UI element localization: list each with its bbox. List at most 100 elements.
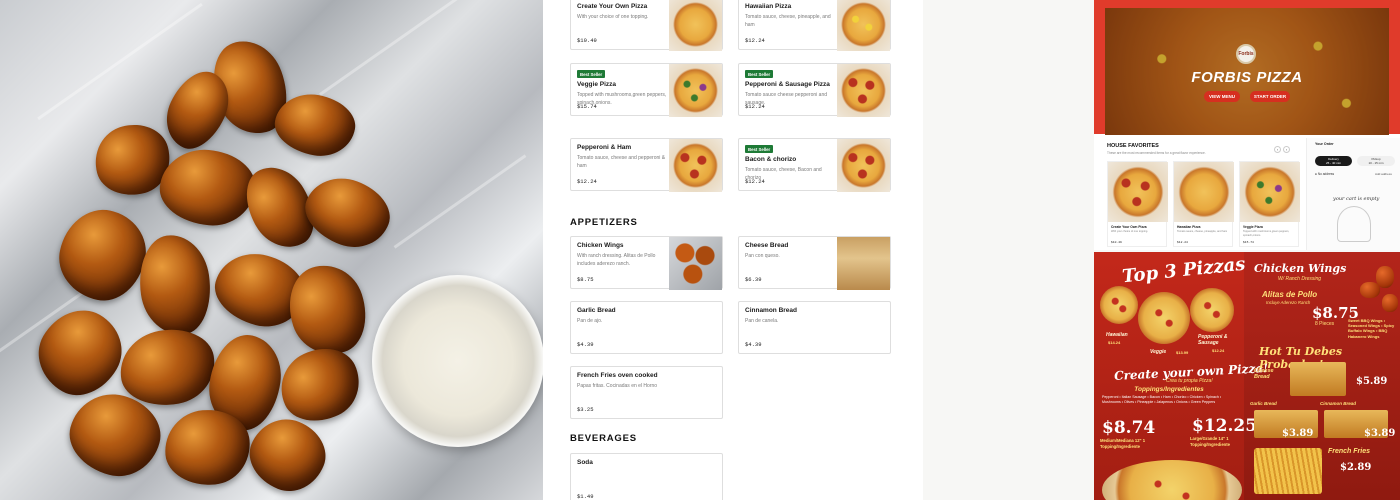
- wing: [24, 295, 136, 410]
- item-description: With ranch dressing. Alitas de Pollo inc…: [577, 253, 656, 267]
- favorite-name: Create Your Own Pizza: [1111, 225, 1147, 229]
- flyer-alitas-title: Alitas de Pollo: [1262, 290, 1318, 299]
- menu-item-card[interactable]: Pepperoni & Ham Tomato sauce, cheese and…: [570, 138, 723, 192]
- flyer-fries-price: $2.89: [1340, 462, 1372, 473]
- item-name: Pepperoni & Sausage Pizza: [745, 81, 830, 88]
- favorite-name: Hawaiian Pizza: [1177, 225, 1201, 229]
- flyer-pizza-image: [1190, 288, 1234, 332]
- flyer-pizza-name: Hawaiian: [1106, 332, 1128, 338]
- flyer-wing-image: [1382, 294, 1398, 312]
- item-price: $12.24: [745, 103, 765, 110]
- flyer-cinnamon-bread-price: $3.89: [1364, 428, 1396, 439]
- flyer-wings-pieces: 8 Pieces: [1315, 321, 1335, 327]
- chevron-right-icon[interactable]: ›: [1283, 146, 1290, 153]
- favorite-price: $15.74: [1243, 241, 1254, 244]
- flyer-alitas-subtitle: Incluye Aderezo Ranch: [1266, 300, 1311, 305]
- favorite-card[interactable]: Veggie Pizza Topped with mushrooms,green…: [1239, 161, 1300, 247]
- flyer-pizza-price: $13.99: [1176, 350, 1189, 355]
- favorite-name: Veggie Pizza: [1243, 225, 1263, 229]
- favorite-description: With your choice of one topping.: [1111, 230, 1149, 233]
- flyer-medium-price: $8.74: [1102, 418, 1156, 438]
- order-title: Your Order: [1315, 142, 1334, 146]
- flyer-pizza-image: [1138, 292, 1190, 344]
- menu-item-card[interactable]: Chicken Wings With ranch dressing. Alita…: [570, 236, 723, 290]
- item-price: $15.74: [577, 103, 597, 110]
- foil-crease: [393, 154, 527, 249]
- menu-item-card[interactable]: French Fries oven cooked Papas fritas. C…: [570, 366, 723, 419]
- flyer-wing-flavors: Sweet BBQ Wings • Seasoned Wings • Spicy…: [1348, 318, 1395, 339]
- item-image: [669, 139, 722, 192]
- flyer-pizza-image: [1100, 286, 1138, 324]
- pizza-box-icon: [1337, 206, 1371, 242]
- no-address-label: No address: [1317, 172, 1335, 176]
- menu-item-card[interactable]: Garlic Bread Pan de ajo. $4.39: [570, 301, 723, 354]
- item-price: $12.24: [577, 178, 597, 185]
- foil-crease: [319, 0, 501, 96]
- hero-title: FORBIS PIZZA: [1191, 69, 1303, 86]
- start-order-button[interactable]: START ORDER: [1250, 91, 1290, 102]
- item-image: [837, 139, 890, 192]
- flyer-cheese-bread-price: $5.89: [1356, 376, 1388, 387]
- flyer-toppings-title: Toppings/Ingredientes: [1134, 386, 1204, 393]
- flyer-cheese-bread-label: Cheese Bread: [1254, 368, 1274, 380]
- ranch-dressing-cup: [372, 275, 543, 447]
- item-name: Garlic Bread: [577, 307, 616, 314]
- item-image: [669, 237, 722, 290]
- menu-item-card[interactable]: Cheese Bread Pan con queso. $6.39: [738, 236, 891, 290]
- flyer-garlic-bread-label: Garlic Bread: [1250, 401, 1277, 406]
- menu-item-card[interactable]: Cinnamon Bread Pan de canela. $4.39: [738, 301, 891, 354]
- favorite-image: [1174, 162, 1234, 222]
- favorite-card[interactable]: Create Your Own Pizza With your choice o…: [1107, 161, 1168, 247]
- item-price: $8.75: [577, 276, 594, 283]
- favorite-description: Tomato sauce, cheese, pineapple, and ham: [1177, 230, 1228, 233]
- item-price: $4.39: [577, 341, 594, 348]
- best-seller-badge: Best Seller: [577, 70, 606, 78]
- menu-item-card[interactable]: Best Seller Pepperoni & Sausage Pizza To…: [738, 63, 891, 117]
- website-screenshot: Forbis FORBIS PIZZA VIEW MENU START ORDE…: [1094, 0, 1400, 250]
- flyer-create-own-sub: Crea tu propia Pizza!: [1166, 378, 1213, 384]
- flyer-pizza-price: $12.24: [1212, 348, 1225, 353]
- item-image: [669, 0, 722, 51]
- flyer-pizza-name: Pepperoni & Sausage: [1198, 334, 1228, 346]
- house-favorites-title: HOUSE FAVORITES: [1107, 143, 1159, 149]
- favorite-image: [1108, 162, 1168, 222]
- delivery-toggle[interactable]: Delivery 25 - 40 min: [1315, 156, 1352, 166]
- no-address-text: ● No address: [1315, 172, 1335, 176]
- pickup-toggle[interactable]: Pickup 10 - 15 min: [1357, 156, 1395, 166]
- flyer-medium-label: Medium/Mediana 12" 1 Topping/Ingrediente: [1100, 438, 1146, 449]
- menu-item-card[interactable]: Create Your Own Pizza With your choice o…: [570, 0, 723, 51]
- flyer-wings-title: Chicken Wings: [1254, 262, 1347, 275]
- item-name: Cheese Bread: [745, 242, 789, 249]
- flyer-wings-subtitle: W/ Ranch Dressing: [1278, 276, 1322, 282]
- chevron-left-icon[interactable]: ‹: [1274, 146, 1281, 153]
- flyer-cinnamon-bread-label: Cinnamon Bread: [1320, 401, 1357, 406]
- item-name: Veggie Pizza: [577, 81, 617, 88]
- flyer-fries-label: French Fries: [1328, 448, 1371, 455]
- order-panel: Your Order Delivery 25 - 40 min Pickup 1…: [1306, 138, 1400, 250]
- menu-item-card[interactable]: Hawaiian Pizza Tomato sauce, cheese, pin…: [738, 0, 891, 51]
- menu-item-card[interactable]: Best Seller Bacon & chorizo Tomato sauce…: [738, 138, 891, 192]
- flyer-wing-image: [1360, 282, 1380, 298]
- view-menu-button[interactable]: VIEW MENU: [1204, 91, 1240, 102]
- item-description: Papas fritas. Cocinadas en el Horno: [577, 383, 658, 389]
- chicken-wings-photo: [0, 0, 543, 500]
- add-address-link[interactable]: Add address: [1375, 172, 1392, 176]
- menu-item-card[interactable]: Best Seller Veggie Pizza Topped with mus…: [570, 63, 723, 117]
- item-name: Pepperoni & Ham: [577, 144, 632, 151]
- item-price: $3.25: [577, 406, 594, 413]
- item-price: $12.24: [745, 178, 765, 185]
- flyer-garlic-bread-price: $3.89: [1282, 428, 1314, 439]
- item-name: Chicken Wings: [577, 242, 624, 249]
- printed-flyer: Top 3 Pizzas Hawaiian $14.24 Veggie $13.…: [1094, 252, 1400, 500]
- item-price: $1.49: [577, 493, 594, 500]
- item-description: Pan con queso.: [745, 253, 780, 259]
- item-description: Pan de ajo.: [577, 318, 603, 324]
- item-price: $4.39: [745, 341, 762, 348]
- menu-item-card[interactable]: Soda $1.49: [570, 453, 723, 500]
- wing: [133, 230, 217, 340]
- item-description: Pan de canela.: [745, 318, 779, 324]
- flyer-pizza-price: $14.24: [1108, 340, 1121, 345]
- item-image: [837, 64, 890, 117]
- item-image: [837, 237, 890, 290]
- favorite-card[interactable]: Hawaiian Pizza Tomato sauce, cheese, pin…: [1173, 161, 1234, 247]
